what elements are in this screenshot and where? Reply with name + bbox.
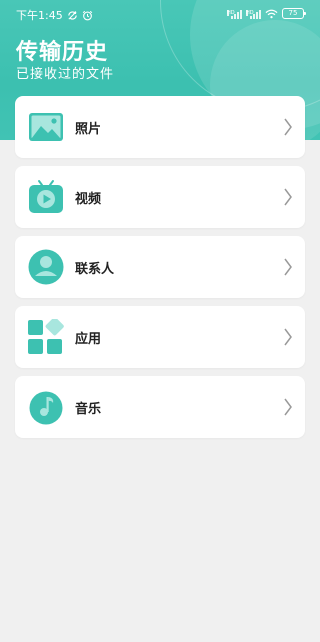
battery-icon: 75 <box>282 8 306 19</box>
category-item-apps[interactable]: 应用 <box>15 306 305 368</box>
music-icon <box>29 391 63 425</box>
category-item-music[interactable]: 音乐 <box>15 376 305 438</box>
status-bar: 下午1:45 HD HD 75 <box>0 0 320 28</box>
category-label: 应用 <box>75 332 102 347</box>
signal-strength-icon: HD <box>246 9 261 19</box>
battery-level: 75 <box>288 9 298 17</box>
category-item-contacts[interactable]: 联系人 <box>15 236 305 298</box>
chevron-right-icon <box>284 118 292 136</box>
chevron-right-icon <box>284 188 292 206</box>
chevron-right-icon <box>284 328 292 346</box>
contact-icon <box>28 249 64 285</box>
category-label: 音乐 <box>75 402 102 417</box>
category-label: 联系人 <box>75 262 115 277</box>
page-subtitle: 已接收过的文件 <box>16 67 115 82</box>
alarm-icon <box>82 10 92 20</box>
category-label: 视频 <box>75 192 102 207</box>
chevron-right-icon <box>284 258 292 276</box>
category-list: 照片 视频 联系人 应用 音乐 <box>15 96 305 446</box>
photo-icon <box>29 113 63 141</box>
category-label: 照片 <box>75 122 102 137</box>
chevron-right-icon <box>284 398 292 416</box>
apps-icon <box>28 319 64 354</box>
category-item-photos[interactable]: 照片 <box>15 96 305 158</box>
signal-strength-icon: HD <box>227 9 242 19</box>
status-time: 下午1:45 <box>16 9 63 22</box>
wifi-icon <box>265 9 278 18</box>
sync-icon <box>67 10 77 20</box>
video-icon <box>29 180 63 213</box>
page-title: 传输历史 <box>16 40 109 65</box>
category-item-videos[interactable]: 视频 <box>15 166 305 228</box>
